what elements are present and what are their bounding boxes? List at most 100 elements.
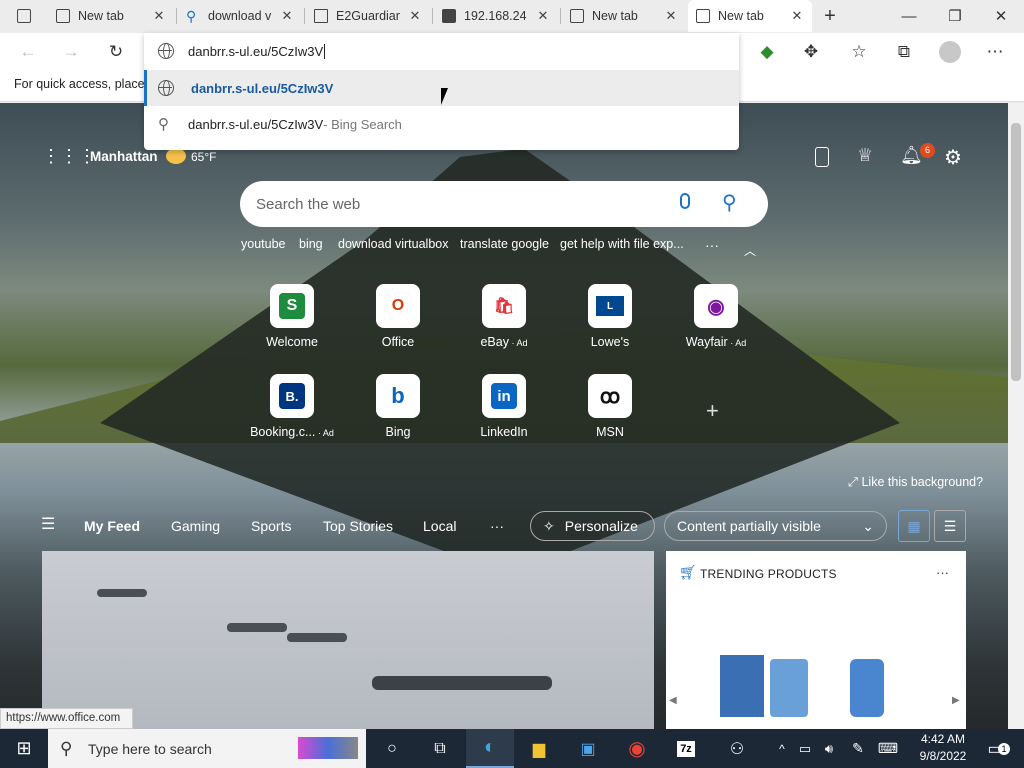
taskbar-search-input[interactable]: Type here to search [88,741,212,757]
web-search-box[interactable]: Search the web ⚲ [240,181,768,227]
quick-link-youtube[interactable]: youtube [241,237,285,251]
tray-overflow-button[interactable]: ^ [770,729,794,768]
newtab-icon [56,9,70,23]
taskbar-file-explorer[interactable]: ▆ [515,729,563,768]
gear-icon[interactable]: ⚙ [944,145,962,170]
tab-3[interactable]: E2Guardian ✕ [306,0,430,32]
tab-2[interactable]: ⚲ download v ✕ [178,0,302,32]
close-tab-icon[interactable]: ✕ [280,8,294,24]
scrollbar-thumb[interactable] [1011,123,1021,381]
address-bar[interactable]: danbrr.s-ul.eu/5CzIw3V [144,33,739,69]
feed-tab-local[interactable]: Local [423,505,456,547]
quick-link-help[interactable]: get help with file exp... [560,237,684,251]
phone-icon[interactable] [815,147,829,167]
feed-menu-icon[interactable]: ☰ [41,514,55,534]
taskbar-search[interactable]: ⚲ Type here to search [48,729,366,768]
tile-linkedin[interactable]: in [482,374,526,418]
tab-6-active[interactable]: New tab ✕ [688,0,812,32]
search-input[interactable]: Search the web [256,196,360,213]
close-tab-icon[interactable]: ✕ [664,8,678,24]
add-tile-button[interactable]: + [706,398,719,424]
feed-tab-sports[interactable]: Sports [251,505,291,547]
start-button[interactable]: ⊞ [0,729,48,768]
taskbar-clock[interactable]: 4:42 AM 9/8/2022 [898,731,988,765]
feed-tab-gaming[interactable]: Gaming [171,505,220,547]
new-tab-button[interactable]: + [814,0,846,32]
carousel-prev-icon[interactable]: ◀ [669,695,677,706]
personalize-button[interactable]: ✧ Personalize [530,511,655,541]
tile-office[interactable]: O [376,284,420,328]
close-window-button[interactable]: ✕ [978,0,1024,32]
search-icon[interactable]: ⚲ [722,190,737,215]
tile-label: Office [381,335,415,349]
tile-wayfair[interactable]: ◉ [694,284,738,328]
tile-msn[interactable]: ꝏ [588,374,632,418]
taskbar-edge[interactable]: ◐ [466,729,514,768]
refresh-button[interactable]: ↻ [99,33,133,70]
network-icon[interactable]: ▭ [794,729,816,768]
quick-link-bing[interactable]: bing [299,237,323,251]
back-button[interactable]: ← [11,33,45,70]
tile-bing[interactable]: b [376,374,420,418]
carousel-next-icon[interactable]: ▶ [952,695,960,706]
taskbar-store[interactable]: ▣ [564,729,612,768]
close-tab-icon[interactable]: ✕ [152,8,166,24]
office-icon: O [391,297,405,314]
maximize-button[interactable]: ❐ [932,0,978,32]
tab-4[interactable]: 192.168.24 ✕ [434,0,558,32]
quick-links-more[interactable]: ··· [705,237,719,253]
collapse-chevron-icon[interactable]: ︿ [744,242,756,259]
people-button[interactable]: ⚇ [722,729,752,768]
tab-title: New tab [718,9,764,23]
favorites-hint: For quick access, place y [14,77,155,91]
news-card-image[interactable] [42,551,654,729]
grid-view-button[interactable]: ▦ [898,510,930,542]
collections-button[interactable]: ⧉ [887,33,921,70]
feed-tab-my-feed[interactable]: My Feed [84,505,140,547]
rewards-icon[interactable]: ♕ [857,145,873,166]
puzzle-icon: ✥ [803,41,819,61]
quick-link-virtualbox[interactable]: download virtualbox [338,237,449,251]
quick-link-translate[interactable]: translate google [460,237,549,251]
tab-1[interactable]: New tab ✕ [48,0,174,32]
taskbar-7zip[interactable]: 7z [662,729,710,768]
cortana-button[interactable]: ○ [368,729,416,768]
tab-5[interactable]: New tab ✕ [562,0,686,32]
microphone-icon[interactable] [680,193,690,209]
settings-menu-button[interactable]: ⋯ [978,33,1012,70]
tile-welcome[interactable]: S [270,284,314,328]
close-tab-icon[interactable]: ✕ [790,8,804,24]
feed-more-button[interactable]: ··· [490,505,504,547]
feed-tab-top-stories[interactable]: Top Stories [323,505,393,547]
extension-globe-button[interactable]: ◆ [750,33,784,70]
taskbar-chrome[interactable]: ◉ [613,729,661,768]
minimize-button[interactable]: — [886,0,932,32]
tile-booking[interactable]: B. [270,374,314,418]
card-more-button[interactable]: ··· [936,565,949,580]
close-tab-icon[interactable]: ✕ [536,8,550,24]
weather-temp[interactable]: 65°F [191,150,216,164]
tab-actions-button[interactable] [6,0,42,32]
tile-ebay[interactable]: 🛍 [482,284,526,328]
action-center-button[interactable]: ▭ 1 [980,729,1010,768]
extensions-button[interactable]: ✥ [794,33,828,70]
tile-lowes[interactable]: L [588,284,632,328]
weather-location[interactable]: Manhattan [90,149,158,164]
close-tab-icon[interactable]: ✕ [408,8,422,24]
apps-launcher-icon[interactable]: ⋮⋮⋮ [42,146,96,167]
task-view-button[interactable]: ⧉ [416,729,464,768]
product-bottle-2 [850,659,884,717]
bomber-plane [372,676,552,690]
favorites-button[interactable]: ☆ [842,33,876,70]
pen-icon[interactable]: ✎ [844,729,872,768]
error-doc-icon [442,9,456,23]
content-visibility-dropdown[interactable]: Content partially visible ⌄ [664,511,887,541]
like-background-link[interactable]: ⤢ Like this background? [848,475,983,490]
page-scrollbar[interactable] [1008,103,1024,729]
list-view-button[interactable]: ☰ [934,510,966,542]
suggestion-search[interactable]: ⚲ danbrr.s-ul.eu/5CzIw3V - Bing Search [144,106,739,142]
address-input[interactable]: danbrr.s-ul.eu/5CzIw3V [188,44,323,59]
forward-button[interactable]: → [54,33,88,70]
volume-icon[interactable]: 🔊︎ [818,729,840,768]
profile-button[interactable] [933,33,967,70]
